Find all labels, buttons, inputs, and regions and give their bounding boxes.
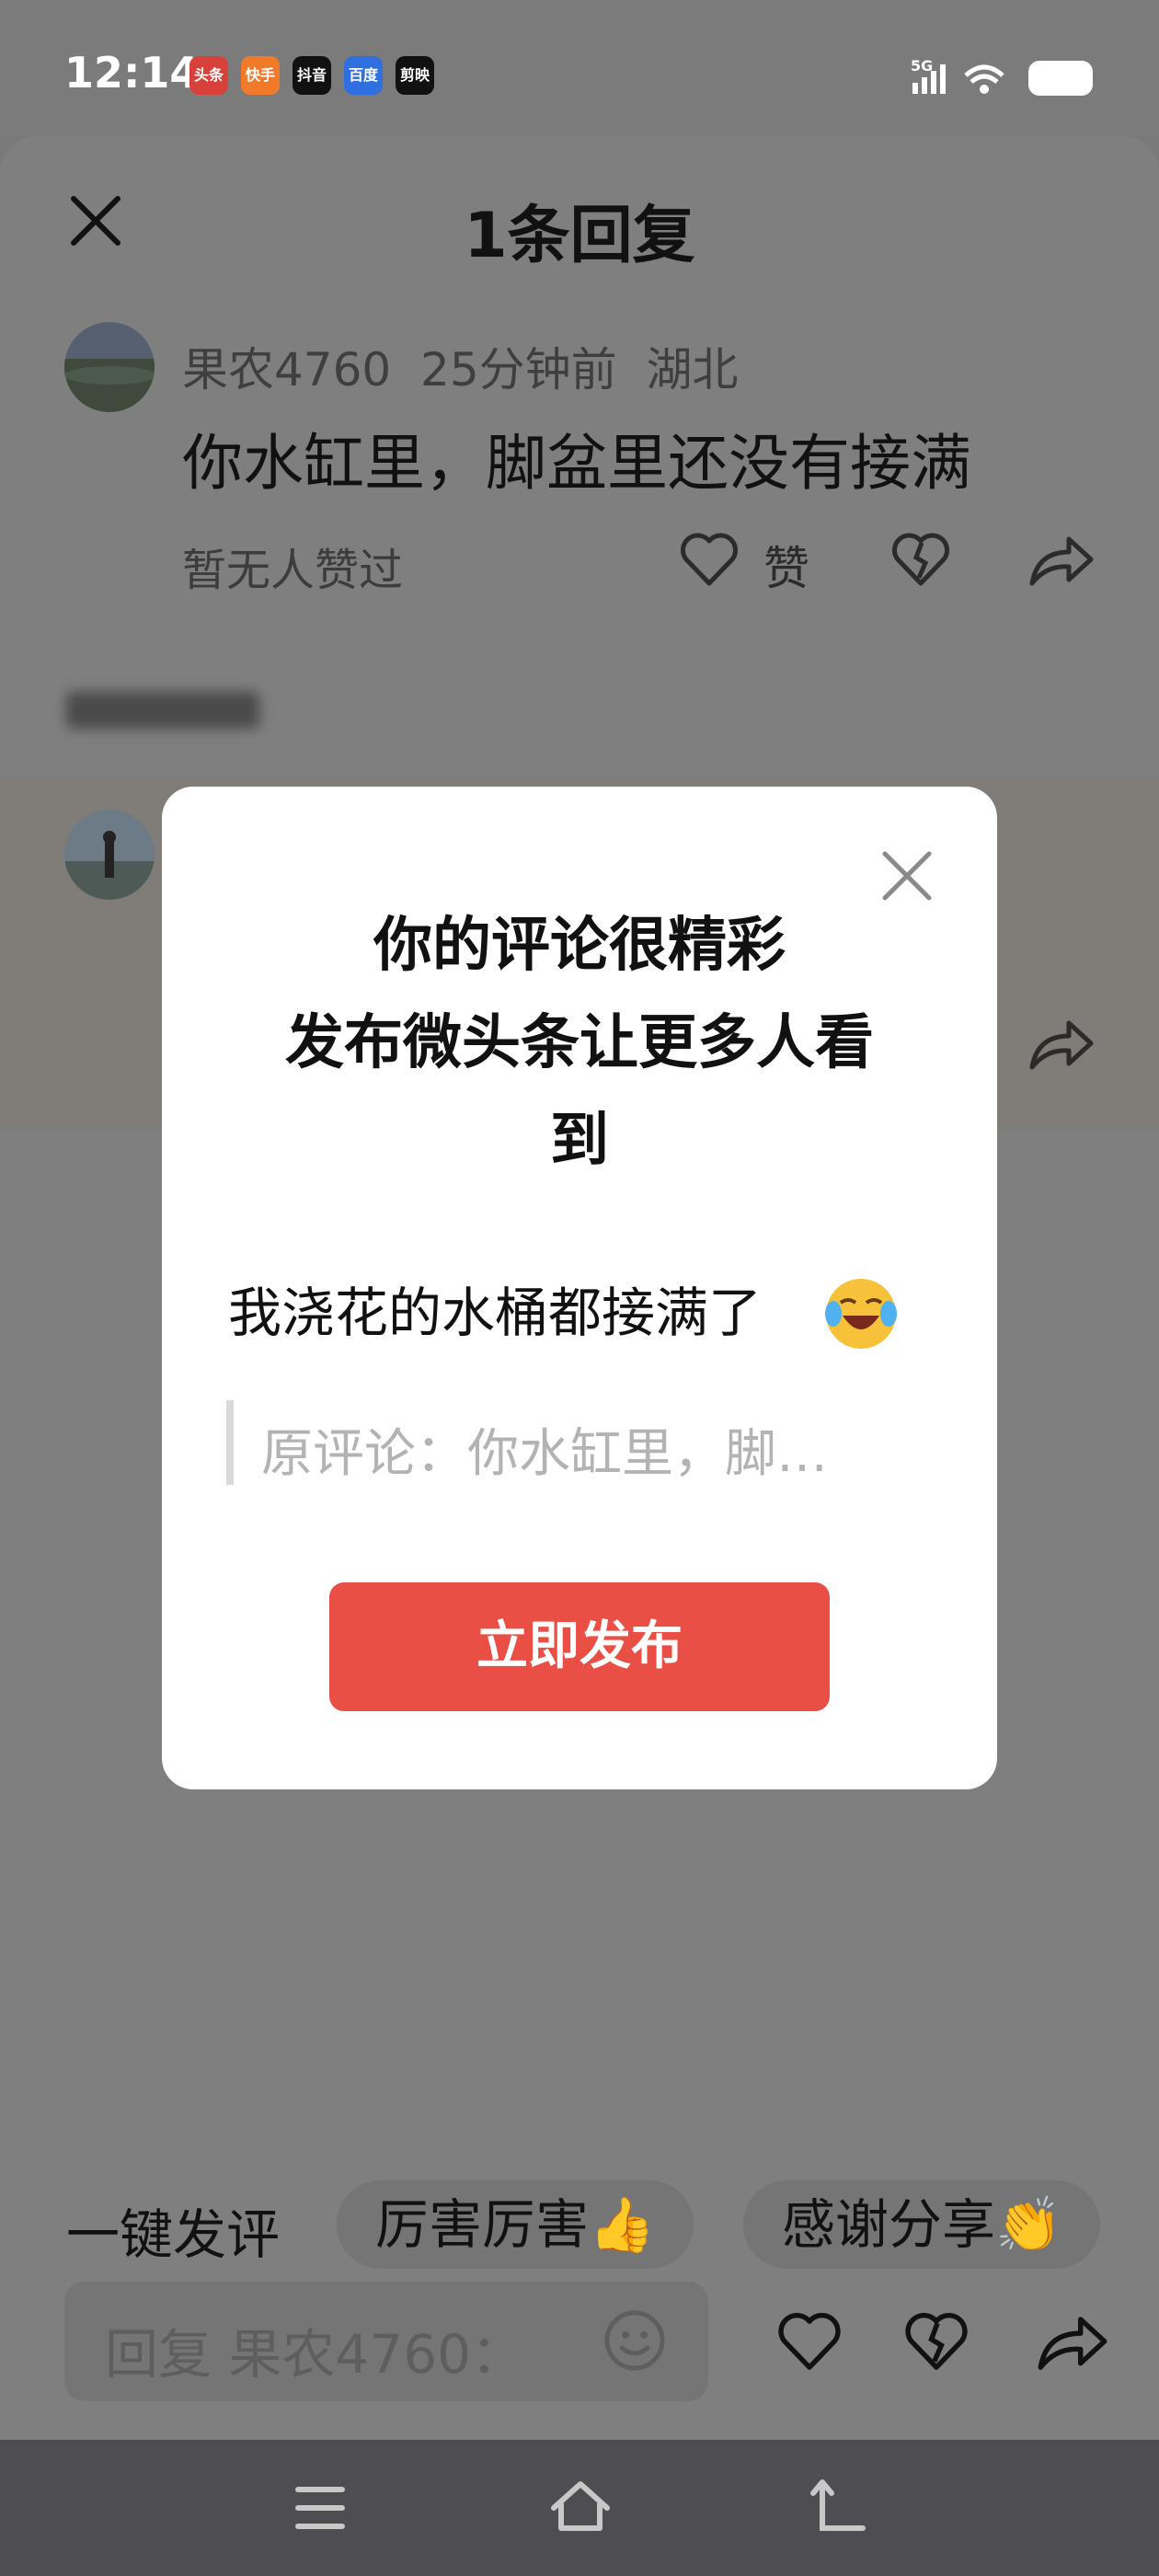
dialog-close-icon[interactable] <box>879 848 935 903</box>
avatar[interactable] <box>64 322 155 412</box>
quick-comment-chip[interactable]: 厉害厉害👍 <box>337 2180 694 2269</box>
reply-avatar[interactable] <box>64 810 155 900</box>
dislike-bottom-icon[interactable] <box>900 2307 973 2377</box>
quick-comment-chip[interactable]: 感谢分享👏 <box>743 2180 1101 2269</box>
page-title: 1条回复 <box>464 200 695 272</box>
toutiao-app-icon: 头条 <box>189 56 228 95</box>
dialog-title-line: 你的评论很精彩 <box>373 912 786 980</box>
status-time: 12:14 <box>64 48 200 98</box>
broken-heart-icon[interactable] <box>889 528 953 592</box>
quote-bar <box>226 1400 234 1485</box>
dialog-comment-text: 我浇花的水桶都接满了 <box>228 1282 763 1344</box>
share-icon[interactable] <box>1027 528 1096 592</box>
like-label[interactable]: 赞 <box>763 532 809 598</box>
dialog-title: 你的评论很精彩 发布微头条让更多人看 到 <box>162 897 997 1190</box>
kuaishou-app-icon: 快手 <box>241 56 280 95</box>
publish-button[interactable]: 立即发布 <box>329 1582 830 1711</box>
back-icon[interactable] <box>809 2477 870 2536</box>
reply-share-icon[interactable] <box>1027 1012 1096 1076</box>
share-bottom-icon[interactable] <box>1034 2307 1111 2377</box>
quick-comment-label: 一键发评 <box>66 2203 281 2266</box>
like-bottom-heart-icon[interactable] <box>773 2307 846 2377</box>
capcut-app-icon: 剪映 <box>396 56 434 95</box>
comment-text: 你水缸里，脚盆里还没有接满 <box>182 428 971 499</box>
reply-placeholder: 回复 果农4760： <box>105 2323 525 2386</box>
comment-meta: 果农4760 25分钟前 湖北 <box>182 343 739 397</box>
heart-icon[interactable] <box>677 528 741 592</box>
dialog-title-line: 发布微头条让更多人看 <box>285 1009 874 1077</box>
blurred-username <box>66 692 259 729</box>
likes-status: 暂无人赞过 <box>182 545 404 596</box>
emoji-icon[interactable] <box>602 2307 668 2374</box>
baidu-app-icon: 百度 <box>344 56 383 95</box>
original-comment: 原评论：你水缸里，脚… <box>261 1424 828 1484</box>
home-icon[interactable] <box>548 2477 613 2536</box>
signal-wifi-battery-icons <box>912 61 1093 96</box>
douyin-app-icon: 抖音 <box>293 56 331 95</box>
laughing-crying-emoji-icon <box>825 1279 897 1349</box>
dialog-title-line: 到 <box>550 1107 609 1175</box>
menu-icon[interactable] <box>293 2482 348 2534</box>
